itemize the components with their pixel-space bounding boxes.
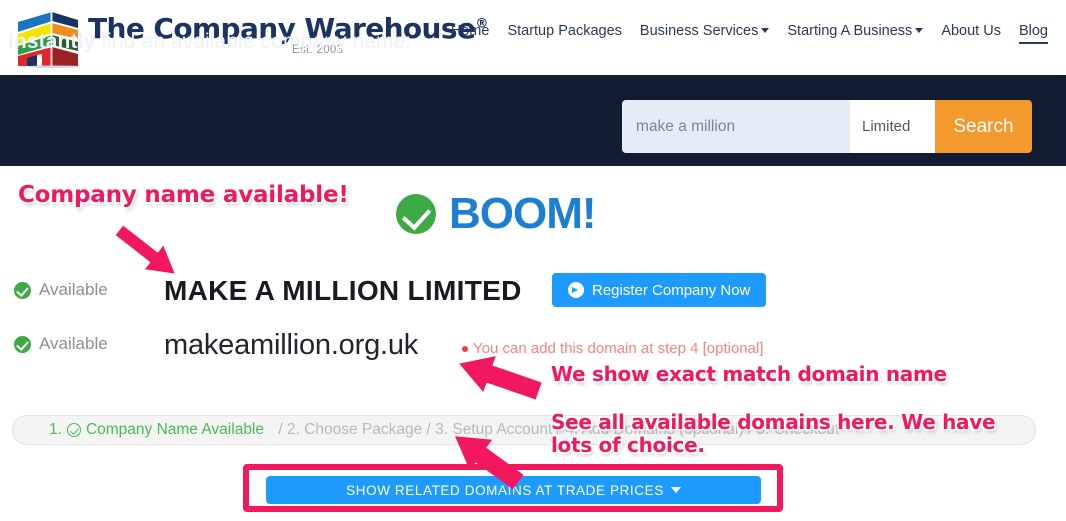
main-navigation: Home Startup Packages Business Services … <box>451 23 1048 44</box>
availability-label: Available <box>39 280 108 299</box>
search-input[interactable] <box>622 100 850 153</box>
register-company-button[interactable]: Register Company Now <box>552 273 767 307</box>
nav-label: Startup Packages <box>507 23 622 39</box>
register-company-label: Register Company Now <box>592 281 751 299</box>
nav-label: Home <box>450 23 490 39</box>
annotation-company-name-available: Company name available! <box>18 182 349 208</box>
company-name-search: Limited Search <box>622 100 1032 153</box>
search-prompt: Instantly find an available company name… <box>8 30 411 54</box>
step-current[interactable]: 1. Company Name Available <box>49 421 264 439</box>
annotation-arrow-to-company-name <box>115 225 175 274</box>
nav-item-about-us[interactable]: About Us <box>941 23 1001 42</box>
annotation-see-all-domains: See all available domains here. We have … <box>551 410 996 458</box>
arrow-circle-right-icon <box>568 282 584 298</box>
check-circle-icon <box>14 335 31 353</box>
nav-item-startup-packages[interactable]: Startup Packages <box>507 23 621 42</box>
check-ring-icon <box>66 423 81 437</box>
annotation-arrow-to-cta <box>455 436 524 490</box>
availability-status-domain: Available <box>14 334 108 354</box>
step-separator <box>269 421 273 439</box>
nav-item-home[interactable]: Home <box>451 23 490 42</box>
company-suffix-label[interactable]: Limited <box>850 100 935 153</box>
bullet-dot-icon <box>462 345 468 352</box>
company-name-result: MAKE A MILLION LIMITED <box>164 275 522 306</box>
step-number: 1. <box>49 421 62 438</box>
search-button[interactable]: Search <box>934 100 1032 153</box>
availability-label: Available <box>39 334 108 353</box>
caret-down-icon <box>670 487 681 493</box>
nav-item-business-services[interactable]: Business Services <box>639 23 770 42</box>
check-circle-icon <box>14 281 31 299</box>
search-prompt-rest: find an available company name: <box>95 30 412 53</box>
step-label: Company Name Available <box>85 421 264 438</box>
nav-item-blog[interactable]: Blog <box>1018 23 1048 44</box>
nav-label: About Us <box>941 23 1001 39</box>
nav-label: Blog <box>1018 23 1048 39</box>
result-headline-text: BOOM! <box>449 189 597 238</box>
result-headline: BOOM! <box>396 189 597 239</box>
chevron-down-icon <box>915 28 924 33</box>
annotation-exact-match-domain: We show exact match domain name <box>551 362 947 386</box>
domain-name-result: makeamillion.org.uk <box>164 329 419 361</box>
chevron-down-icon <box>761 28 770 33</box>
check-circle-icon <box>396 194 436 234</box>
nav-item-starting-a-business[interactable]: Starting A Business <box>787 23 924 42</box>
annotation-arrow-to-domain <box>459 356 542 400</box>
nav-label: Business Services <box>639 23 759 39</box>
search-prompt-emphasis: Instantly <box>8 30 96 53</box>
availability-status-company: Available <box>14 280 108 300</box>
page-root: The Company Warehouse® Est. 2003 Home St… <box>0 0 1066 521</box>
nav-label: Starting A Business <box>787 23 913 39</box>
